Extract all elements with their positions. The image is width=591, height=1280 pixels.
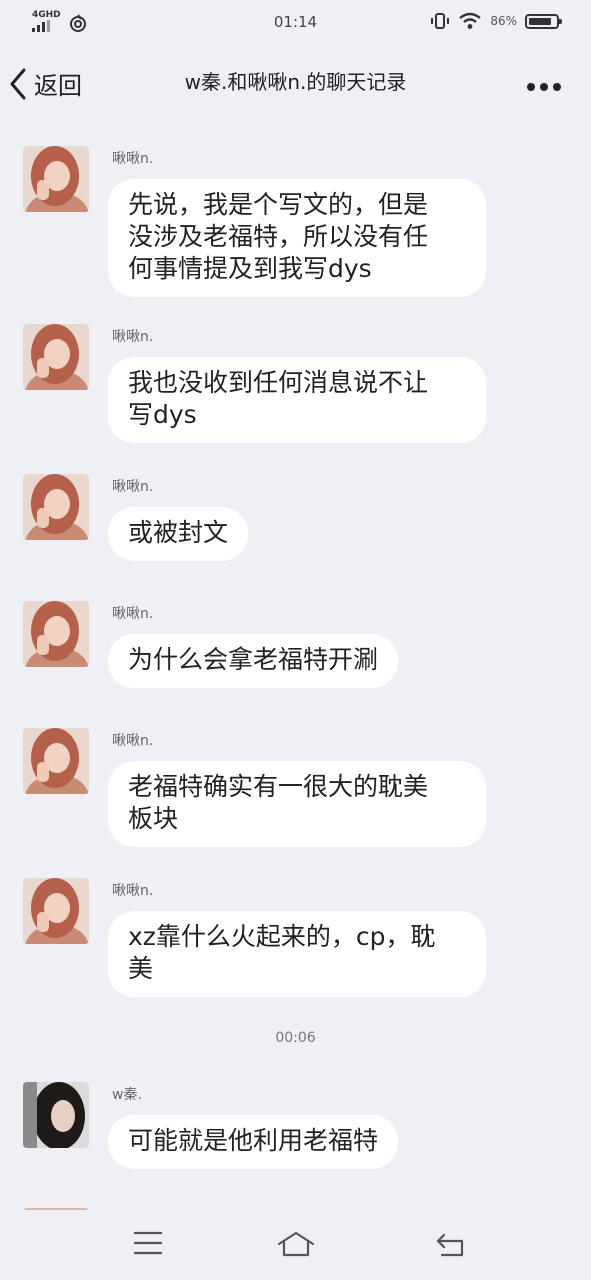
sender-name: w秦. (112, 1087, 142, 1103)
more-options-button[interactable] (527, 83, 561, 91)
more-dot-icon (553, 83, 561, 91)
message-bubble[interactable]: 先说，我是个写文的，但是 没涉及老福特，所以没有任 何事情提及到我写dys (108, 179, 486, 297)
avatar-dark-hair[interactable] (23, 1082, 89, 1148)
more-dot-icon (540, 83, 548, 91)
avatar-woman-pink[interactable] (23, 146, 89, 212)
message-bubble[interactable]: 可能就是他利用老福特 (108, 1115, 399, 1169)
status-bar: 4GHD 01:14 86% (0, 0, 591, 46)
message-bubble[interactable]: 老福特确实有一很大的耽美 板块 (108, 761, 486, 847)
sender-name: 啾啾n. (112, 151, 154, 167)
message-bubble[interactable]: 为什么会拿老福特开涮 (108, 634, 399, 688)
battery-icon (525, 13, 562, 29)
system-nav-bar (0, 1210, 591, 1280)
sender-name: 啾啾n. (112, 479, 154, 495)
message-bubble[interactable]: 或被封文 (108, 507, 249, 561)
message-timestamp: 00:06 (275, 1030, 316, 1046)
avatar-woman-pink[interactable] (23, 878, 89, 944)
sender-name: 啾啾n. (112, 733, 154, 749)
message-bubble[interactable]: xz靠什么火起来的，cp，耽 美 (108, 911, 486, 997)
back-icon[interactable] (434, 1230, 466, 1258)
avatar-woman-pink[interactable] (23, 474, 89, 540)
avatar-woman-pink[interactable] (23, 728, 89, 794)
sender-name: 啾啾n. (112, 883, 154, 899)
avatar-woman-pink[interactable] (23, 324, 89, 390)
page-title: w秦.和啾啾n.的聊天记录 (184, 70, 407, 94)
menu-icon[interactable] (133, 1230, 163, 1256)
more-dot-icon (527, 83, 535, 91)
sender-name: 啾啾n. (112, 329, 154, 345)
wifi-icon (459, 12, 482, 29)
header: 返回 w秦.和啾啾n.的聊天记录 (0, 46, 591, 126)
avatar-woman-pink[interactable] (23, 601, 89, 667)
chat-history[interactable]: 啾啾n. 先说，我是个写文的，但是 没涉及老福特，所以没有任 何事情提及到我写d… (0, 126, 591, 1210)
message-bubble[interactable]: 我也没收到任何消息说不让 写dys (108, 357, 486, 443)
sender-name: 啾啾n. (112, 606, 154, 622)
home-icon[interactable] (276, 1230, 316, 1258)
battery-percent: 86% (490, 14, 517, 28)
vibrate-icon (431, 13, 450, 29)
